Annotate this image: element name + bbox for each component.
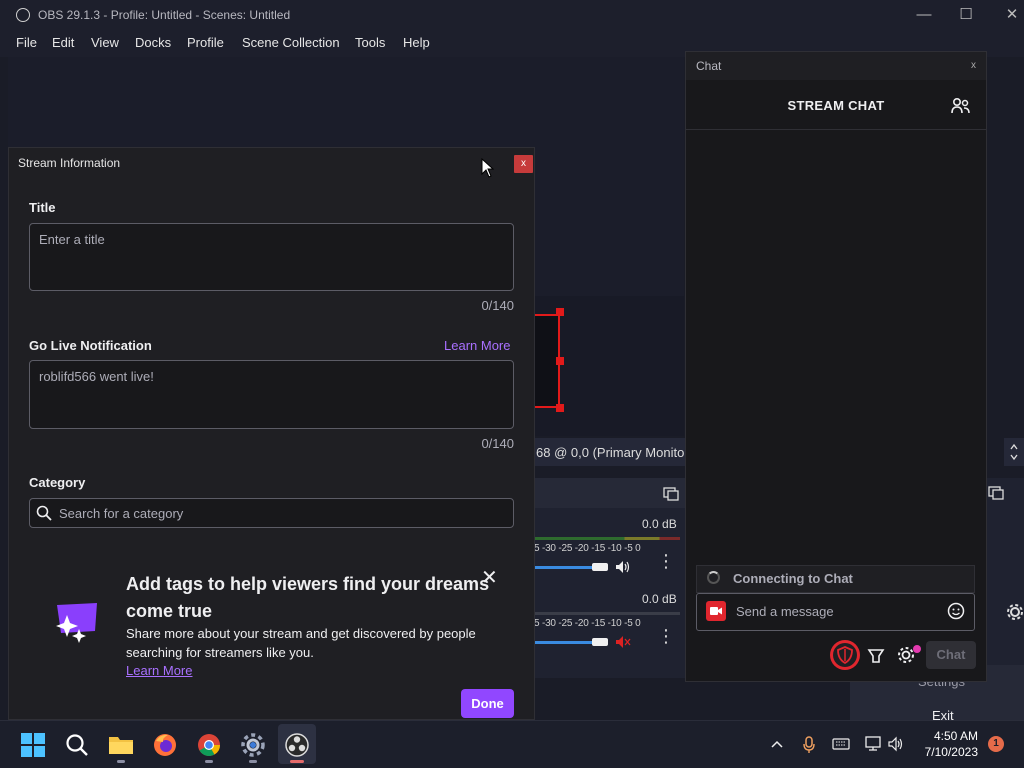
track-1-menu-button[interactable]: ⋮ [657,552,675,578]
divider [686,129,986,130]
chat-message-placeholder: Send a message [736,604,834,619]
chat-dock-header [686,52,986,80]
audio-mixer-header [534,478,686,508]
tags-learn-more-link[interactable]: Learn More [126,663,192,678]
track-2-volume-slider[interactable] [534,641,594,644]
dock-footer [9,678,534,719]
search-icon [36,505,52,521]
speaker-muted-icon[interactable] [614,634,632,650]
minimize-button[interactable]: — [904,4,944,26]
notification-char-counter: 0/140 [481,436,514,451]
search-icon[interactable] [64,732,90,758]
track-2-db: 0.0 dB [642,592,677,606]
title-label: Title [29,200,56,215]
microphone-icon[interactable] [802,736,816,754]
updown-arrow-icon [1010,443,1018,461]
running-indicator [249,760,257,763]
menu-file[interactable]: File [16,35,37,50]
network-icon[interactable] [864,736,882,752]
connection-status-text: Connecting to Chat [733,571,853,586]
running-indicator [117,760,125,763]
obs-logo-icon [16,8,30,22]
track-2-volume-knob[interactable] [592,638,608,646]
dock-title: Stream Information [18,156,121,170]
tags-promo-description: Share more about your stream and get dis… [126,626,476,660]
track-2-meter [534,612,680,615]
keyboard-icon[interactable] [832,738,850,750]
chrome-icon[interactable] [196,732,222,758]
resize-handle[interactable] [556,357,564,365]
close-window-button[interactable]: ✕ [992,4,1024,26]
track-1-scale: 5 -30 -25 -20 -15 -10 -5 0 [534,543,641,554]
category-placeholder: Search for a category [59,506,184,521]
volume-icon[interactable] [887,736,905,752]
maximize-button[interactable]: ☐ [946,4,986,26]
window-title: OBS 29.1.3 - Profile: Untitled - Scenes:… [38,8,291,22]
resize-handle[interactable] [556,308,564,316]
obs-icon [285,733,309,757]
title-input[interactable] [29,223,514,291]
loading-spinner-icon [707,571,720,584]
title-char-counter: 0/140 [481,298,514,313]
menu-tools[interactable]: Tools [355,35,385,50]
tags-promo-title: Add tags to help viewers find your dream… [126,574,490,621]
learn-more-link[interactable]: Learn More [444,338,510,353]
track-1-volume-knob[interactable] [592,563,608,571]
dock-close-button[interactable]: x [514,155,533,173]
running-indicator [205,760,213,763]
chat-dock-close-button[interactable]: x [971,60,976,71]
settings-app-icon[interactable] [240,732,266,758]
menu-docks[interactable]: Docks [135,35,171,50]
go-live-notification-label: Go Live Notification [29,338,152,353]
go-live-notification-input[interactable] [29,360,514,429]
active-indicator [290,760,304,763]
shield-icon [833,643,857,667]
chat-dock-title: Chat [696,59,722,73]
firefox-icon[interactable] [152,732,178,758]
menu-edit[interactable]: Edit [52,35,74,50]
menu-scene-collection[interactable]: Scene Collection [242,35,340,50]
menu-help[interactable]: Help [403,35,430,50]
source-display-select[interactable]: 68 @ 0,0 (Primary Monitor) [536,445,684,460]
source-display-spinner[interactable] [1004,438,1024,466]
chat-send-button[interactable]: Chat [926,641,976,669]
undock-icon[interactable] [663,485,679,501]
stream-chat-title: STREAM CHAT [787,98,885,113]
menu-profile[interactable]: Profile [187,35,224,50]
chevron-up-icon[interactable] [770,738,784,750]
windows-start-icon[interactable] [20,732,46,758]
emoji-icon[interactable] [947,602,965,620]
tags-close-button[interactable]: ✕ [481,565,498,590]
notification-center-badge[interactable]: 1 [988,736,1004,752]
menu-view[interactable]: View [91,35,119,50]
resize-handle[interactable] [556,404,564,412]
file-explorer-icon[interactable] [108,732,134,758]
category-label: Category [29,475,86,490]
notification-dot [913,645,921,653]
clock-date[interactable]: 7/10/2023 [918,745,978,759]
track-1-meter [534,537,680,540]
track-1-volume-slider[interactable] [534,566,594,569]
clock-time[interactable]: 4:50 AM [918,729,978,743]
community-users-icon[interactable] [951,97,971,115]
mouse-cursor-icon [481,158,495,178]
gear-icon[interactable] [1006,603,1024,621]
camera-icon[interactable] [706,601,726,621]
track-2-scale: 5 -30 -25 -20 -15 -10 -5 0 [534,618,641,629]
speaker-icon[interactable] [614,559,632,575]
bits-cheer-icon[interactable] [867,647,885,665]
shield-mode-button[interactable] [830,640,860,670]
track-2-menu-button[interactable]: ⋮ [657,627,675,653]
done-button[interactable]: Done [461,689,514,718]
undock-icon[interactable] [988,484,1004,500]
track-1-db: 0.0 dB [642,517,677,531]
tags-sparkle-icon [56,603,97,643]
